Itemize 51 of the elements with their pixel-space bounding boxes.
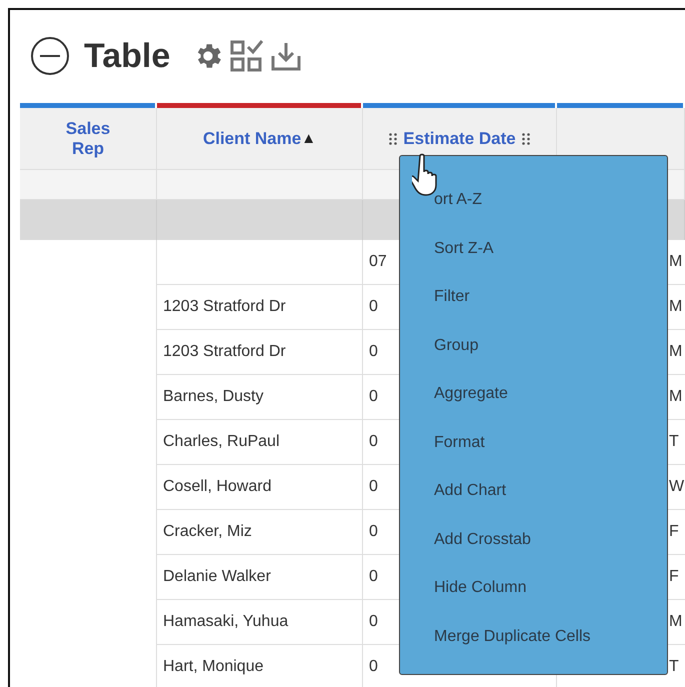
table-cell: M	[669, 388, 682, 406]
client-name-cell: Charles, RuPaul	[163, 433, 280, 451]
menu-item[interactable]: Sort Z-A	[434, 224, 667, 273]
column-header[interactable]: Client Name▲	[157, 108, 363, 170]
menu-item[interactable]: Merge Duplicate Cells	[434, 612, 667, 661]
estimate-date-cell: 0	[369, 523, 378, 541]
menu-item[interactable]: Format	[434, 418, 667, 467]
estimate-date-cell: 0	[369, 568, 378, 586]
estimate-date-cell: 0	[369, 343, 378, 361]
table-title: Table	[84, 36, 170, 76]
client-name-cell: 1203 Stratford Dr	[163, 298, 286, 316]
sort-arrow: ▲	[301, 130, 316, 147]
estimate-date-cell: 0	[369, 388, 378, 406]
header-label[interactable]: Sales Rep	[53, 118, 123, 158]
estimate-date-cell: 0	[369, 613, 378, 631]
table-cell: M	[669, 613, 682, 631]
drag-handle-icon[interactable]	[389, 132, 398, 144]
estimate-date-cell: 0	[369, 433, 378, 451]
column-header[interactable]: Sales Rep	[20, 108, 157, 170]
table-cell: F	[669, 568, 679, 586]
menu-item[interactable]: Filter	[434, 273, 667, 322]
client-name-cell: Hart, Monique	[163, 658, 264, 676]
header-label[interactable]: Estimate Date	[403, 128, 516, 148]
estimate-date-cell: 0	[369, 298, 378, 316]
table-cell: M	[669, 298, 682, 316]
estimate-date-cell: 0	[369, 658, 378, 676]
download-icon[interactable]	[270, 40, 302, 72]
client-name-cell: Barnes, Dusty	[163, 388, 264, 406]
menu-item[interactable]: ort A-Z	[434, 176, 667, 224]
table-cell: F	[669, 523, 679, 541]
header-label[interactable]: Client Name	[202, 128, 302, 148]
estimate-date-cell: 07	[369, 253, 387, 271]
menu-item[interactable]: Aggregate	[434, 370, 667, 418]
menu-item[interactable]: Add Chart	[434, 467, 667, 516]
table-cell: T	[669, 433, 679, 451]
menu-item[interactable]: Add Crosstab	[434, 516, 667, 564]
menu-item[interactable]: Group	[434, 322, 667, 370]
table-cell: W	[669, 478, 684, 496]
table-cell: M	[669, 253, 682, 271]
estimate-date-cell: 0	[369, 478, 378, 496]
column-menu-icon[interactable]	[522, 132, 530, 144]
client-name-cell: Delanie Walker	[163, 568, 271, 586]
column-chooser-icon[interactable]	[230, 39, 264, 73]
menu-item[interactable]: Hide Column	[434, 564, 667, 612]
collapse-icon[interactable]	[30, 36, 70, 76]
client-name-cell: Cosell, Howard	[163, 478, 272, 496]
table-cell: M	[669, 343, 682, 361]
table-cell: T	[669, 658, 679, 676]
client-name-cell: Cracker, Miz	[163, 523, 252, 541]
client-name-cell: Hamasaki, Yuhua	[163, 613, 288, 631]
client-name-cell: 1203 Stratford Dr	[163, 343, 286, 361]
